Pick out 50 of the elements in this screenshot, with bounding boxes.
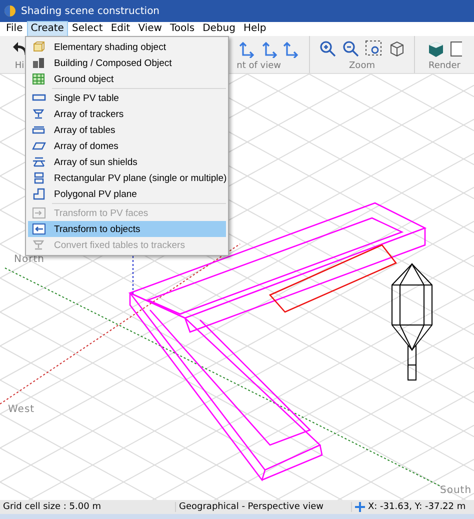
window-title: Shading scene construction: [21, 6, 160, 16]
compass-label: South: [440, 485, 472, 496]
menu-title[interactable]: Debug: [198, 21, 240, 37]
menu-item[interactable]: Transform to objects: [28, 221, 226, 237]
panel-icon[interactable]: [450, 40, 462, 58]
grid-size-text: Grid cell size : 5.00 m: [3, 502, 101, 512]
menu-item[interactable]: Single PV table: [28, 90, 226, 106]
cube-icon[interactable]: [427, 40, 445, 58]
view-mode-text: Geographical - Perspective view: [179, 502, 324, 512]
zoom-region-icon[interactable]: [364, 40, 382, 58]
menu-title[interactable]: File: [2, 21, 27, 37]
tracker-icon: [32, 108, 46, 120]
group-label: Zoom: [349, 61, 375, 71]
compass-label: North: [14, 254, 44, 265]
menu-item[interactable]: Polygonal PV plane: [28, 186, 226, 202]
menu-item[interactable]: Array of tables: [28, 122, 226, 138]
planes-icon: [32, 172, 46, 184]
menu-item[interactable]: Elementary shading object: [28, 39, 226, 55]
menu-item[interactable]: Array of sun shields: [28, 154, 226, 170]
building-icon: [32, 57, 46, 69]
group-label: Hi: [14, 61, 24, 71]
arrow-box-icon: [32, 223, 46, 235]
menu-item[interactable]: Array of domes: [28, 138, 226, 154]
menu-item[interactable]: Ground object: [28, 71, 226, 87]
menu-title[interactable]: Edit: [106, 21, 134, 37]
tracker-icon: [32, 239, 46, 251]
coordinates-text: X: -31.63, Y: -37.22 m: [368, 502, 466, 512]
polygon-icon: [32, 188, 46, 200]
group-label: Render: [428, 61, 461, 71]
axes-icon[interactable]: [237, 40, 255, 58]
menu-title[interactable]: Create: [26, 21, 68, 37]
tables-icon: [32, 124, 46, 136]
cube-icon: [32, 41, 46, 53]
menu-title[interactable]: Tools: [166, 21, 199, 37]
grid-icon: [32, 73, 46, 85]
move-icon: [355, 502, 365, 512]
axes-icon[interactable]: [260, 40, 278, 58]
zoom-out-icon[interactable]: [342, 40, 360, 58]
menu-item[interactable]: Rectangular PV plane (single or multiple): [28, 170, 226, 186]
menu-title[interactable]: Help: [239, 21, 270, 37]
group-label: nt of view: [236, 61, 281, 71]
zoom-object-icon[interactable]: [388, 40, 406, 58]
zoom-in-icon[interactable]: [318, 40, 336, 58]
axes-icon[interactable]: [283, 40, 301, 58]
menu-title[interactable]: View: [134, 21, 166, 37]
menu-title[interactable]: Select: [68, 21, 107, 37]
menu-item[interactable]: Array of trackers: [28, 106, 226, 122]
menu-item[interactable]: Building / Composed Object: [28, 55, 226, 71]
arrow-box-icon: [32, 207, 46, 219]
compass-label: West: [8, 404, 35, 415]
